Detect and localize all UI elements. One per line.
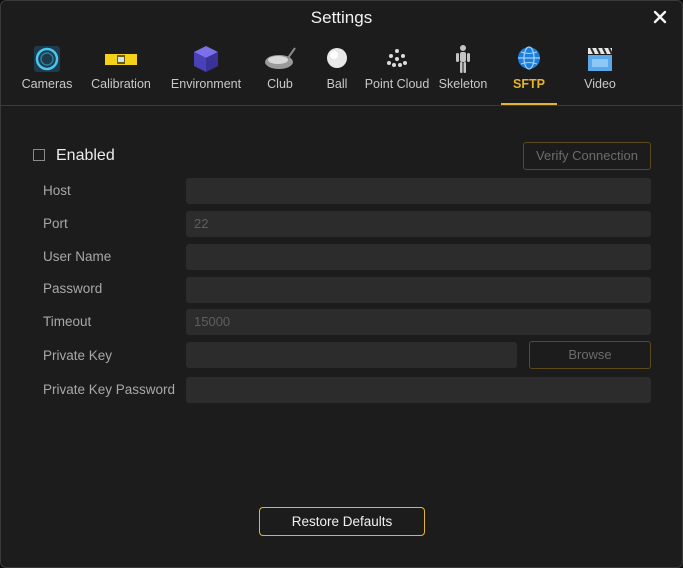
private-key-password-label: Private Key Password (43, 382, 176, 397)
tab-label: Video (584, 77, 616, 91)
cube-icon (194, 46, 218, 72)
tab-sftp[interactable]: SFTP (501, 39, 557, 105)
tab-bar: Cameras Calibration Environment Club Bal… (1, 39, 682, 106)
tab-club[interactable]: Club (257, 39, 303, 105)
tab-label: Environment (170, 77, 242, 91)
tab-label: Cameras (21, 77, 73, 91)
settings-dialog: Settings Cameras Calibration Environment… (0, 0, 683, 568)
private-key-label: Private Key (43, 348, 113, 363)
tab-environment[interactable]: Environment (167, 39, 245, 105)
tab-label: Ball (326, 77, 348, 91)
tab-label: Calibration (91, 77, 151, 91)
port-input[interactable]: 22 (186, 211, 651, 237)
tab-label: Club (267, 77, 293, 91)
tab-cameras[interactable]: Cameras (17, 39, 77, 105)
tab-label: SFTP (513, 77, 545, 91)
password-input[interactable] (186, 277, 651, 303)
enabled-checkbox[interactable] (33, 149, 45, 161)
port-label: Port (43, 216, 68, 231)
tab-point-cloud[interactable]: Point Cloud (363, 39, 431, 105)
private-key-input[interactable] (186, 342, 517, 368)
clapperboard-icon (588, 47, 613, 71)
skeleton-icon (456, 45, 470, 73)
restore-defaults-button[interactable]: Restore Defaults (259, 507, 425, 536)
browse-button[interactable]: Browse (529, 341, 651, 369)
tab-skeleton[interactable]: Skeleton (435, 39, 491, 105)
globe-icon (518, 46, 540, 70)
tab-label: Skeleton (438, 77, 488, 91)
window-title: Settings (310, 8, 373, 27)
close-icon[interactable] (652, 9, 668, 25)
enabled-label: Enabled (56, 147, 115, 164)
private-key-password-input[interactable] (186, 377, 651, 403)
password-label: Password (43, 281, 103, 296)
verify-connection-button[interactable]: Verify Connection (523, 142, 651, 170)
user-name-input[interactable] (186, 244, 651, 270)
timeout-label: Timeout (43, 314, 92, 329)
golf-club-icon (265, 47, 296, 69)
tab-label: Point Cloud (364, 77, 430, 91)
point-cloud-icon (387, 49, 407, 67)
user-name-label: User Name (43, 249, 112, 264)
title-bar: Settings (1, 1, 682, 35)
level-icon (105, 54, 137, 65)
ball-icon (327, 48, 347, 68)
tab-video[interactable]: Video (573, 39, 627, 105)
camera-ring-icon (34, 46, 60, 72)
tab-calibration[interactable]: Calibration (87, 39, 155, 105)
host-label: Host (43, 183, 71, 198)
host-input[interactable] (186, 178, 651, 204)
timeout-input[interactable]: 15000 (186, 309, 651, 335)
tab-ball[interactable]: Ball (317, 39, 357, 105)
